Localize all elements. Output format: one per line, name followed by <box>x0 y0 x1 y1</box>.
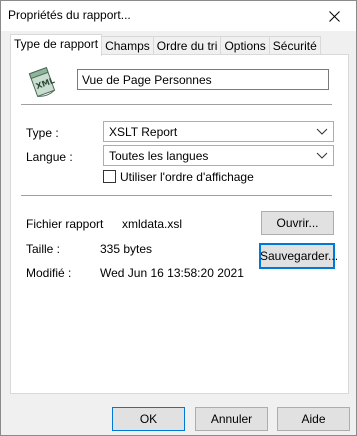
close-icon <box>328 10 340 22</box>
ok-button[interactable]: OK <box>112 407 185 431</box>
chevron-down-icon <box>316 152 328 159</box>
help-button[interactable]: Aide <box>277 407 350 431</box>
type-label: Type : <box>26 126 59 140</box>
xml-document-icon: XML <box>28 67 56 97</box>
tab-report-type[interactable]: Type de rapport <box>10 34 103 56</box>
save-button[interactable]: Sauvegarder... <box>259 243 338 269</box>
tab-fields[interactable]: Champs <box>101 36 154 55</box>
window-title: Propriétés du rapport... <box>8 8 131 22</box>
title-bar: Propriétés du rapport... <box>1 1 356 31</box>
modified-value: Wed Jun 16 13:58:20 2021 <box>100 266 244 280</box>
report-name-input[interactable] <box>77 69 329 90</box>
tab-strip: Type de rapport Champs Ordre du tri Opti… <box>10 34 321 56</box>
tab-panel-report-type: XML Type : XSLT Report Langue : Toutes l… <box>10 54 349 394</box>
size-label: Taille : <box>26 242 61 256</box>
report-properties-dialog: Propriétés du rapport... Type de rapport… <box>0 0 357 436</box>
separator <box>21 195 332 196</box>
language-select-value: Toutes les langues <box>109 149 209 163</box>
modified-label: Modifié : <box>26 266 72 280</box>
size-value: 335 bytes <box>100 242 153 256</box>
type-select[interactable]: XSLT Report <box>103 121 334 142</box>
separator <box>21 104 332 105</box>
language-select[interactable]: Toutes les langues <box>103 145 334 166</box>
close-button[interactable] <box>312 1 356 31</box>
tab-options[interactable]: Options <box>220 36 270 55</box>
cancel-button[interactable]: Annuler <box>195 407 268 431</box>
tab-sort-order[interactable]: Ordre du tri <box>152 36 222 55</box>
open-button[interactable]: Ouvrir... <box>261 211 334 235</box>
report-file-label: Fichier rapport <box>26 217 104 231</box>
tab-security[interactable]: Sécurité <box>268 36 321 55</box>
display-order-label: Utiliser l'ordre d'affichage <box>120 170 254 184</box>
report-file-value: xmldata.xsl <box>122 217 183 231</box>
chevron-down-icon <box>316 128 328 135</box>
type-select-value: XSLT Report <box>109 125 178 139</box>
language-label: Langue : <box>26 150 73 164</box>
display-order-checkbox[interactable] <box>103 170 116 183</box>
